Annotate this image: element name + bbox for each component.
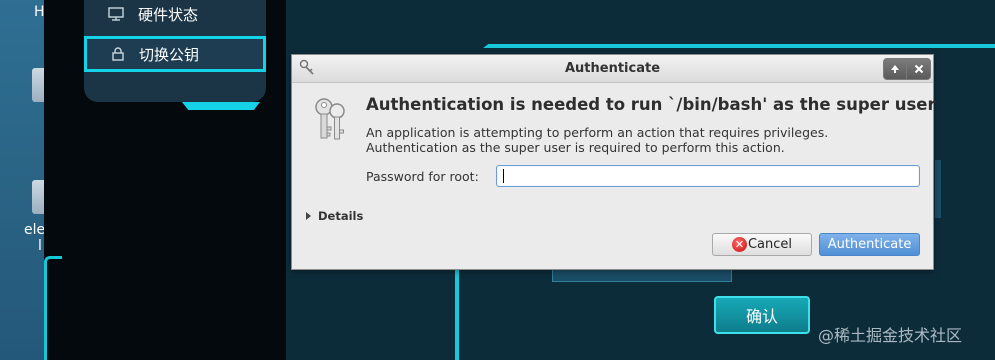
lock-icon bbox=[112, 47, 124, 61]
sidebar-menu: 硬件状态 切换公钥 bbox=[84, 0, 266, 102]
arrow-up-icon bbox=[891, 65, 899, 73]
decorative-frame bbox=[44, 256, 62, 360]
details-expander[interactable]: Details bbox=[306, 209, 363, 223]
authenticate-button[interactable]: Authenticate bbox=[819, 233, 920, 256]
sidebar-item-switch-key[interactable]: 切换公钥 bbox=[84, 36, 266, 72]
keys-icon bbox=[315, 98, 345, 140]
cancel-button[interactable]: ✕ Cancel bbox=[712, 233, 812, 256]
confirm-button[interactable]: 确认 bbox=[714, 296, 810, 334]
description-line: Authentication as the super user is requ… bbox=[366, 140, 785, 155]
triangle-right-icon bbox=[306, 212, 311, 220]
dialog-title: Authenticate bbox=[564, 61, 661, 76]
sidebar-item-label: 切换公钥 bbox=[139, 45, 200, 64]
maximize-button[interactable] bbox=[883, 58, 907, 80]
desktop-icon-label: l bbox=[38, 238, 42, 254]
description-line: An application is attempting to perform … bbox=[366, 125, 829, 140]
password-label: Password for root: bbox=[366, 169, 479, 184]
desktop-icon-label: ele bbox=[24, 222, 46, 238]
dialog-titlebar[interactable]: Authenticate bbox=[292, 55, 933, 83]
decorative-frame bbox=[478, 44, 995, 52]
text-input[interactable] bbox=[935, 160, 941, 218]
watermark: @稀土掘金技术社区 bbox=[818, 326, 963, 345]
details-label: Details bbox=[318, 209, 364, 223]
text-cursor bbox=[503, 169, 504, 183]
monitor-icon bbox=[108, 7, 124, 21]
cancel-icon: ✕ bbox=[731, 237, 747, 252]
cancel-label: Cancel bbox=[747, 237, 793, 252]
sidebar-item-hardware-status[interactable]: 硬件状态 bbox=[84, 0, 266, 32]
decorative-accent bbox=[182, 102, 260, 110]
dialog-heading: Authentication is needed to run `/bin/ba… bbox=[366, 95, 936, 114]
password-field[interactable] bbox=[496, 165, 920, 187]
close-icon bbox=[914, 64, 923, 74]
sidebar-item-label: 硬件状态 bbox=[138, 5, 199, 24]
dialog-description: An application is attempting to perform … bbox=[366, 125, 828, 155]
close-button[interactable] bbox=[907, 58, 931, 80]
authenticate-dialog: Authenticate Authentication is needed to… bbox=[291, 54, 936, 270]
desktop-icon-label: H bbox=[34, 4, 45, 20]
